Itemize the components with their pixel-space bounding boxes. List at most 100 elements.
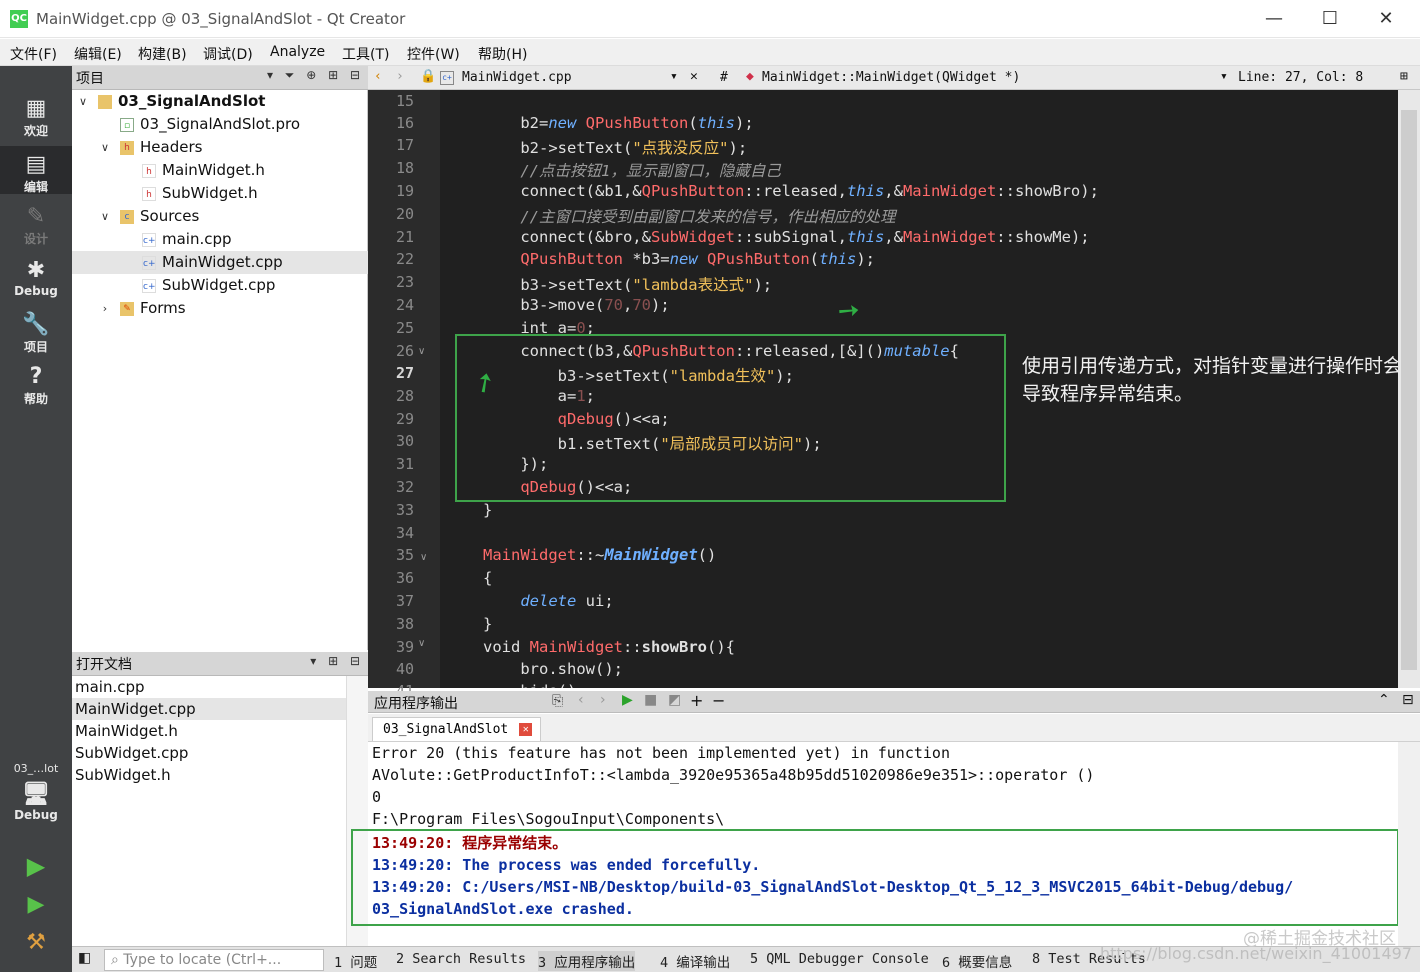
- symbol-icon: ◆: [746, 69, 754, 84]
- code-line: b3->move(70,70);: [483, 296, 670, 314]
- open-doc-item[interactable]: SubWidget.h: [72, 764, 346, 786]
- tree-item-subwidget-h[interactable]: h SubWidget.h: [72, 182, 368, 205]
- open-doc-item[interactable]: MainWidget.h: [72, 720, 346, 742]
- tree-item-subwidget-cpp[interactable]: c+ SubWidget.cpp: [72, 274, 368, 297]
- line-number: 39: [395, 638, 414, 656]
- tree-item-forms[interactable]: › ✎ Forms: [72, 297, 368, 320]
- tree-item-project[interactable]: ∨ 03_SignalAndSlot: [72, 90, 368, 113]
- back-arrow-icon[interactable]: ‹: [374, 69, 382, 84]
- editor-scrollbar[interactable]: [1398, 90, 1420, 688]
- line-number: 16: [395, 114, 414, 132]
- open-doc-item[interactable]: MainWidget.cpp: [72, 698, 346, 720]
- toggle-sidebar-icon[interactable]: ◧: [78, 950, 91, 966]
- collapse-arrow-icon[interactable]: ∨: [98, 136, 112, 159]
- tree-item-headers[interactable]: ∨ h Headers: [72, 136, 368, 159]
- open-docs-header: 打开文档 ▾ ⊞ ⊟: [72, 652, 368, 676]
- zoom-out-icon[interactable]: −: [712, 691, 725, 710]
- line-number: 40: [395, 660, 414, 678]
- mode-debug[interactable]: ✱ Debug: [0, 258, 72, 298]
- open-doc-item[interactable]: SubWidget.cpp: [72, 742, 346, 764]
- tab-compile-output[interactable]: 4 编译输出: [660, 951, 730, 971]
- cpp-file-icon: c+: [142, 256, 156, 270]
- tree-item-main-cpp[interactable]: c+ main.cpp: [72, 228, 368, 251]
- open-doc-item[interactable]: main.cpp: [72, 676, 346, 698]
- cpp-file-icon: c+: [440, 71, 454, 85]
- forward-arrow-icon[interactable]: ›: [396, 69, 404, 84]
- collapse-arrow-icon[interactable]: ∨: [98, 205, 112, 228]
- grid-icon: ▦: [25, 96, 47, 121]
- tree-item-pro-file[interactable]: ▫ 03_SignalAndSlot.pro: [72, 113, 368, 136]
- close-file-icon[interactable]: ✕: [690, 69, 698, 84]
- menu-tools[interactable]: 工具(T): [342, 44, 389, 64]
- cursor-position[interactable]: Line: 27, Col: 8: [1238, 70, 1363, 85]
- run-icon[interactable]: ▶: [0, 852, 72, 880]
- fold-marker-icon[interactable]: ∨: [420, 552, 427, 563]
- menu-help[interactable]: 帮助(H): [478, 44, 527, 64]
- mode-projects[interactable]: 🔧 项目: [0, 312, 72, 355]
- output-tab[interactable]: 03_SignalAndSlot ✕: [372, 717, 542, 741]
- line-number: 33: [395, 501, 414, 519]
- tab-search-results[interactable]: 2 Search Results: [396, 951, 526, 967]
- line-number: 38: [395, 615, 414, 633]
- minimize-button[interactable]: —: [1254, 6, 1294, 32]
- line-number: 17: [395, 136, 414, 154]
- split-icon[interactable]: ⊞: [1400, 69, 1408, 84]
- clear-icon[interactable]: ◩: [668, 692, 681, 708]
- collapse-arrow-icon[interactable]: ∨: [76, 90, 90, 113]
- mode-edit[interactable]: ▤ 编辑: [0, 146, 72, 194]
- menu-analyze[interactable]: Analyze: [270, 44, 325, 60]
- output-pane-header: 应用程序输出 ⎘ ‹ › ▶ ■ ◩ + − ⌃ ⊟: [368, 691, 1420, 713]
- next-icon[interactable]: ›: [600, 692, 606, 708]
- close-tab-icon[interactable]: ✕: [519, 723, 533, 736]
- debug-run-icon[interactable]: ▶: [0, 892, 72, 917]
- maximize-button[interactable]: ☐: [1310, 6, 1350, 32]
- build-hammer-icon[interactable]: ⚒: [0, 930, 72, 955]
- output-scrollbar[interactable]: [1398, 742, 1420, 946]
- menu-controls[interactable]: 控件(W): [407, 44, 460, 64]
- pro-file-icon: ▫: [120, 118, 134, 132]
- code-line: connect(&b1,&QPushButton::released,this,…: [483, 182, 1099, 200]
- code-line: {: [483, 569, 493, 587]
- kit-selector[interactable]: 🖥 Debug: [0, 782, 72, 822]
- close-window-button[interactable]: ✕: [1366, 6, 1406, 32]
- zoom-in-icon[interactable]: +: [690, 691, 703, 710]
- prev-icon[interactable]: ‹: [578, 692, 584, 708]
- expand-arrow-icon[interactable]: ›: [98, 297, 112, 320]
- symbol-dropdown-icon[interactable]: ▾: [1220, 69, 1228, 84]
- tree-item-sources[interactable]: ∨ c Sources: [72, 205, 368, 228]
- symbol-selector[interactable]: MainWidget::MainWidget(QWidget *): [762, 70, 1020, 85]
- mode-selector-bar: ▦ 欢迎 ▤ 编辑 ✎ 设计 ✱ Debug 🔧 项目 ? 帮助 03_…lot 🖥 Debu…: [0, 66, 72, 972]
- editor-toolbar: ‹ › 🔒 c+ MainWidget.cpp ▾ ✕ # ◆ MainWidg…: [368, 66, 1420, 90]
- fold-marker-icon[interactable]: ∨: [418, 638, 425, 649]
- code-line: }: [483, 615, 493, 633]
- watermark-url: https://blog.csdn.net/weixin_41001497: [1099, 944, 1412, 963]
- tree-item-mainwidget-h[interactable]: h MainWidget.h: [72, 159, 368, 182]
- locator-input[interactable]: ⌕ Type to locate (Ctrl+...: [104, 949, 324, 971]
- qt-creator-logo-icon: QC: [10, 10, 28, 28]
- code-line: b2->setText("点我没反应");: [483, 139, 748, 157]
- tab-general-messages[interactable]: 6 概要信息: [942, 951, 1012, 971]
- rerun-icon[interactable]: ▶: [622, 692, 633, 708]
- current-file-name[interactable]: MainWidget.cpp: [462, 70, 572, 85]
- tab-app-output[interactable]: 3 应用程序输出: [538, 951, 636, 971]
- tab-issues[interactable]: 1 问题: [334, 951, 377, 971]
- fold-marker-icon[interactable]: ∨: [418, 346, 425, 357]
- scroll-thumb[interactable]: [1401, 110, 1417, 670]
- mode-design[interactable]: ✎ 设计: [0, 204, 72, 247]
- menu-edit[interactable]: 编辑(E): [74, 44, 122, 64]
- mode-help[interactable]: ? 帮助: [0, 364, 72, 407]
- tree-item-mainwidget-cpp[interactable]: c+ MainWidget.cpp: [72, 251, 368, 274]
- menu-build[interactable]: 构建(B): [138, 44, 187, 64]
- line-number: 22: [395, 250, 414, 268]
- open-docs-tools-icon[interactable]: ▾ ⊞ ⊟: [310, 654, 364, 668]
- menu-file[interactable]: 文件(F): [10, 44, 57, 64]
- file-dropdown-icon[interactable]: ▾: [670, 69, 678, 84]
- attach-icon[interactable]: ⎘: [552, 693, 563, 709]
- tab-qml-debugger[interactable]: 5 QML Debugger Console: [750, 951, 929, 967]
- maximize-pane-icon[interactable]: ⌃: [1378, 692, 1390, 708]
- mode-welcome[interactable]: ▦ 欢迎: [0, 96, 72, 139]
- stop-icon[interactable]: ■: [644, 692, 657, 708]
- project-panel-tools-icon[interactable]: ▾ ⏷ ⊕ ⊞ ⊟: [267, 68, 364, 83]
- menu-debug[interactable]: 调试(D): [203, 44, 253, 64]
- close-pane-icon[interactable]: ⊟: [1402, 692, 1414, 708]
